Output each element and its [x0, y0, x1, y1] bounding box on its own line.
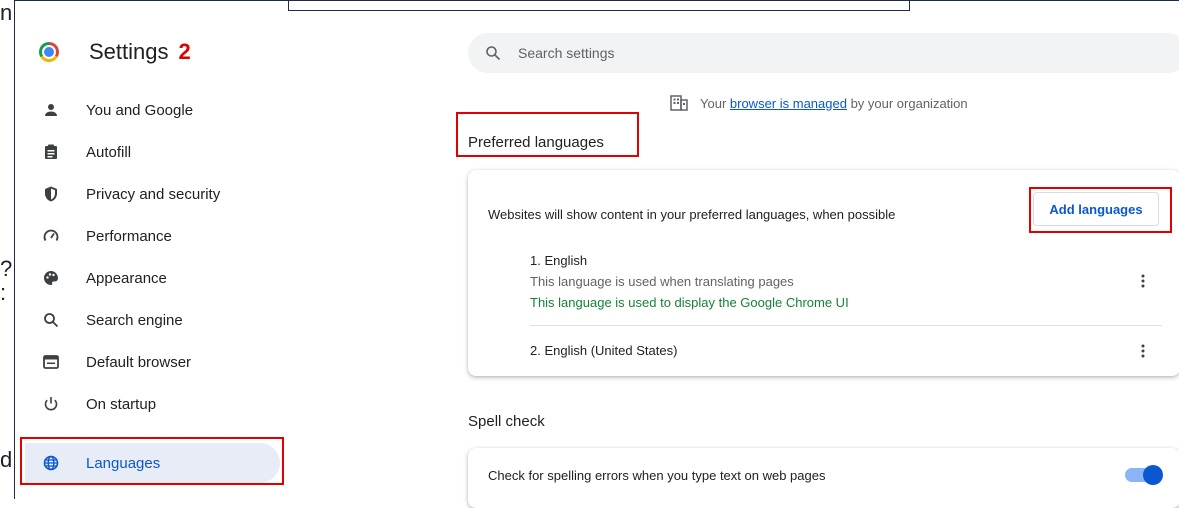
clipboard-icon [42, 143, 60, 161]
language-note: This language is used when translating p… [530, 274, 794, 289]
preferred-languages-description: Websites will show content in your prefe… [488, 207, 896, 222]
language-item-english: 1. English This language is used when tr… [530, 250, 1160, 313]
more-options-icon[interactable] [1133, 341, 1153, 361]
palette-icon [42, 269, 60, 287]
spell-check-card: Check for spelling errors when you type … [468, 448, 1179, 508]
sidebar-item-performance[interactable]: Performance [15, 216, 277, 256]
edge-text: d [0, 447, 13, 472]
search-bar[interactable] [468, 33, 1179, 73]
sidebar-item-default-browser[interactable]: Default browser [15, 342, 277, 382]
person-icon [42, 101, 60, 119]
power-icon [42, 395, 60, 413]
sidebar: Settings 2 You and Google Autofill Priva… [15, 0, 435, 499]
building-icon [670, 95, 688, 111]
sidebar-item-on-startup[interactable]: On startup [15, 384, 277, 424]
highlight-box-preferred-languages [456, 112, 639, 157]
language-item-english-us: 2. English (United States) [530, 340, 1160, 361]
settings-header: Settings 2 [39, 34, 191, 70]
edge-text: n [0, 0, 13, 25]
sidebar-item-label: Autofill [86, 143, 132, 161]
toggle-knob [1143, 465, 1163, 485]
spell-check-toggle[interactable] [1125, 465, 1163, 485]
sidebar-item-label: Appearance [86, 269, 167, 287]
divider [530, 325, 1162, 326]
managed-prefix: Your [700, 95, 730, 111]
highlight-box-languages [20, 437, 284, 485]
language-name: 2. English (United States) [530, 343, 678, 358]
section-title-spell-check: Spell check [468, 413, 545, 430]
browser-window-icon [42, 353, 60, 371]
sidebar-item-label: On startup [86, 395, 157, 413]
sidebar-item-label: Search engine [86, 311, 183, 329]
annotation-badge: 2 [178, 39, 191, 64]
sidebar-item-privacy-and-security[interactable]: Privacy and security [15, 174, 277, 214]
preferred-languages-card: Websites will show content in your prefe… [468, 170, 1179, 376]
managed-suffix: by your organization [846, 95, 968, 111]
language-name: 1. English [530, 253, 588, 268]
more-options-icon[interactable] [1133, 271, 1153, 291]
edge-text: : [0, 280, 7, 305]
sidebar-item-appearance[interactable]: Appearance [15, 258, 277, 298]
search-icon [484, 44, 502, 62]
browser-managed-link[interactable]: browser is managed [730, 96, 847, 111]
sidebar-item-autofill[interactable]: Autofill [15, 132, 277, 172]
sidebar-item-label: Default browser [86, 353, 192, 371]
highlight-box-add-languages [1029, 187, 1172, 233]
sidebar-item-label: Privacy and security [86, 185, 221, 203]
sidebar-item-label: You and Google [86, 101, 194, 119]
language-ui-note: This language is used to display the Goo… [530, 295, 849, 310]
cropped-left-edge: n ? : d [0, 0, 12, 499]
shield-icon [42, 185, 60, 203]
spell-check-description: Check for spelling errors when you type … [488, 468, 826, 483]
main-content: Your browser is managed by your organiza… [450, 0, 1179, 508]
search-input[interactable] [516, 44, 1120, 62]
chrome-logo-icon [39, 42, 59, 62]
page-title: Settings [89, 39, 169, 64]
managed-notice: Your browser is managed by your organiza… [670, 95, 968, 111]
search-icon [42, 311, 60, 329]
sidebar-item-search-engine[interactable]: Search engine [15, 300, 277, 340]
sidebar-item-you-and-google[interactable]: You and Google [15, 90, 277, 130]
sidebar-item-label: Performance [86, 227, 172, 245]
speedometer-icon [42, 227, 60, 245]
edge-text: ? [0, 256, 13, 281]
